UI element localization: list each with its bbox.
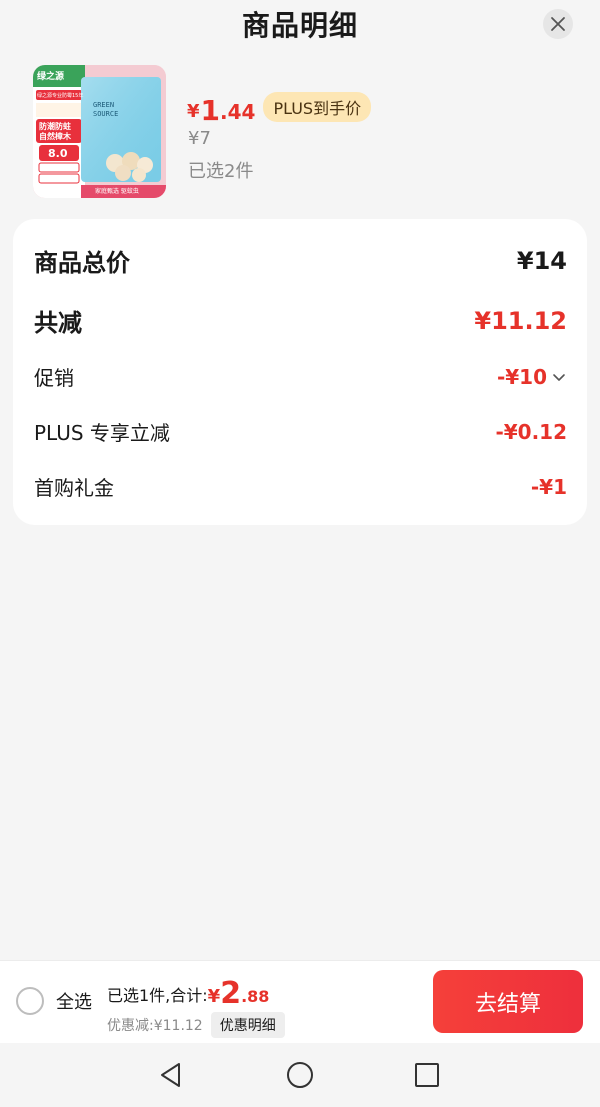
summary-label: 共减 [34, 309, 82, 337]
summary-row-plus: PLUS 专享立减 -¥0.12 [34, 417, 567, 446]
promotion-value-group[interactable]: -¥10 [497, 365, 567, 389]
page-title: 商品明细 [241, 9, 358, 42]
total-line: 已选1件,合计: ¥ 2 .88 [107, 979, 269, 1009]
total-integer: 2 [220, 976, 242, 1011]
checkout-bar: 全选 已选1件,合计: ¥ 2 .88 优惠减:¥11.12 优惠明细 去结算 [0, 960, 600, 1043]
product-tag-2: 自然樟木 [39, 132, 71, 141]
checkout-button[interactable]: 去结算 [433, 970, 583, 1033]
chevron-down-icon [553, 373, 565, 381]
close-button[interactable] [543, 9, 573, 39]
selected-quantity: 已选2件 [188, 161, 254, 182]
summary-value: -¥1 [530, 474, 567, 499]
product-count: 8.0 [48, 147, 68, 160]
price-decimal: .44 [220, 100, 256, 124]
summary-value: -¥0.12 [495, 419, 567, 444]
nav-recent-icon[interactable] [413, 1061, 441, 1089]
product-brand-text: 绿之源 [37, 72, 65, 82]
nav-home-icon[interactable] [286, 1061, 314, 1089]
package-line-2: SOURCE [93, 110, 119, 118]
price-integer: 1 [200, 94, 221, 127]
price-row: ¥ 1 .44 PLUS到手价 [187, 90, 372, 127]
discount-detail-button[interactable]: 优惠明细 [210, 1012, 285, 1038]
product-item[interactable]: 绿之源 绿之源专业防霉15年 防潮防蛀 自然樟木 8.0 GREEN SOURC… [0, 60, 600, 200]
total-decimal: .88 [241, 987, 270, 1006]
original-price: ¥7 [188, 128, 211, 149]
summary-label: 首购礼金 [34, 476, 114, 500]
summary-value: -¥10 [496, 364, 547, 389]
close-icon [551, 17, 565, 31]
summary-value: ¥14 [516, 246, 567, 275]
summary-value: ¥11.12 [474, 306, 567, 335]
select-all-toggle[interactable]: 全选 [16, 987, 92, 1015]
select-all-label: 全选 [56, 992, 92, 1013]
product-badge-text: 绿之源专业防霉15年 [37, 93, 84, 99]
discount-text: 优惠减:¥11.12 [107, 1018, 203, 1034]
summary-label: 促销 [34, 366, 74, 390]
total-prefix: 已选1件,合计: [107, 986, 208, 1005]
summary-row-reduction: 共减 ¥11.12 [34, 303, 567, 338]
discount-line: 优惠减:¥11.12 优惠明细 [107, 1012, 285, 1038]
summary-row-promotion[interactable]: 促销 -¥10 [34, 362, 567, 391]
summary-label: PLUS 专享立减 [34, 421, 170, 445]
package-line-1: GREEN [93, 101, 115, 109]
select-all-checkbox[interactable] [16, 987, 44, 1015]
sheet-header: 商品明细 [0, 0, 600, 48]
summary-row-total: 商品总价 ¥14 [34, 243, 567, 278]
plus-price-badge: PLUS到手价 [263, 92, 372, 122]
product-thumbnail[interactable]: 绿之源 绿之源专业防霉15年 防潮防蛀 自然樟木 8.0 GREEN SOURC… [33, 65, 166, 198]
price-summary-card: 商品总价 ¥14 共减 ¥11.12 促销 -¥10 PLUS 专享立减 -¥0… [13, 219, 587, 525]
summary-row-first-purchase: 首购礼金 -¥1 [34, 472, 567, 501]
system-nav-bar [0, 1043, 600, 1107]
nav-back-icon[interactable] [157, 1061, 185, 1089]
total-currency: ¥ [207, 986, 221, 1007]
summary-label: 商品总价 [34, 249, 130, 277]
price-currency: ¥ [187, 101, 200, 122]
product-footer-text: 家庭甄选 驱蚊虫 [95, 188, 139, 195]
